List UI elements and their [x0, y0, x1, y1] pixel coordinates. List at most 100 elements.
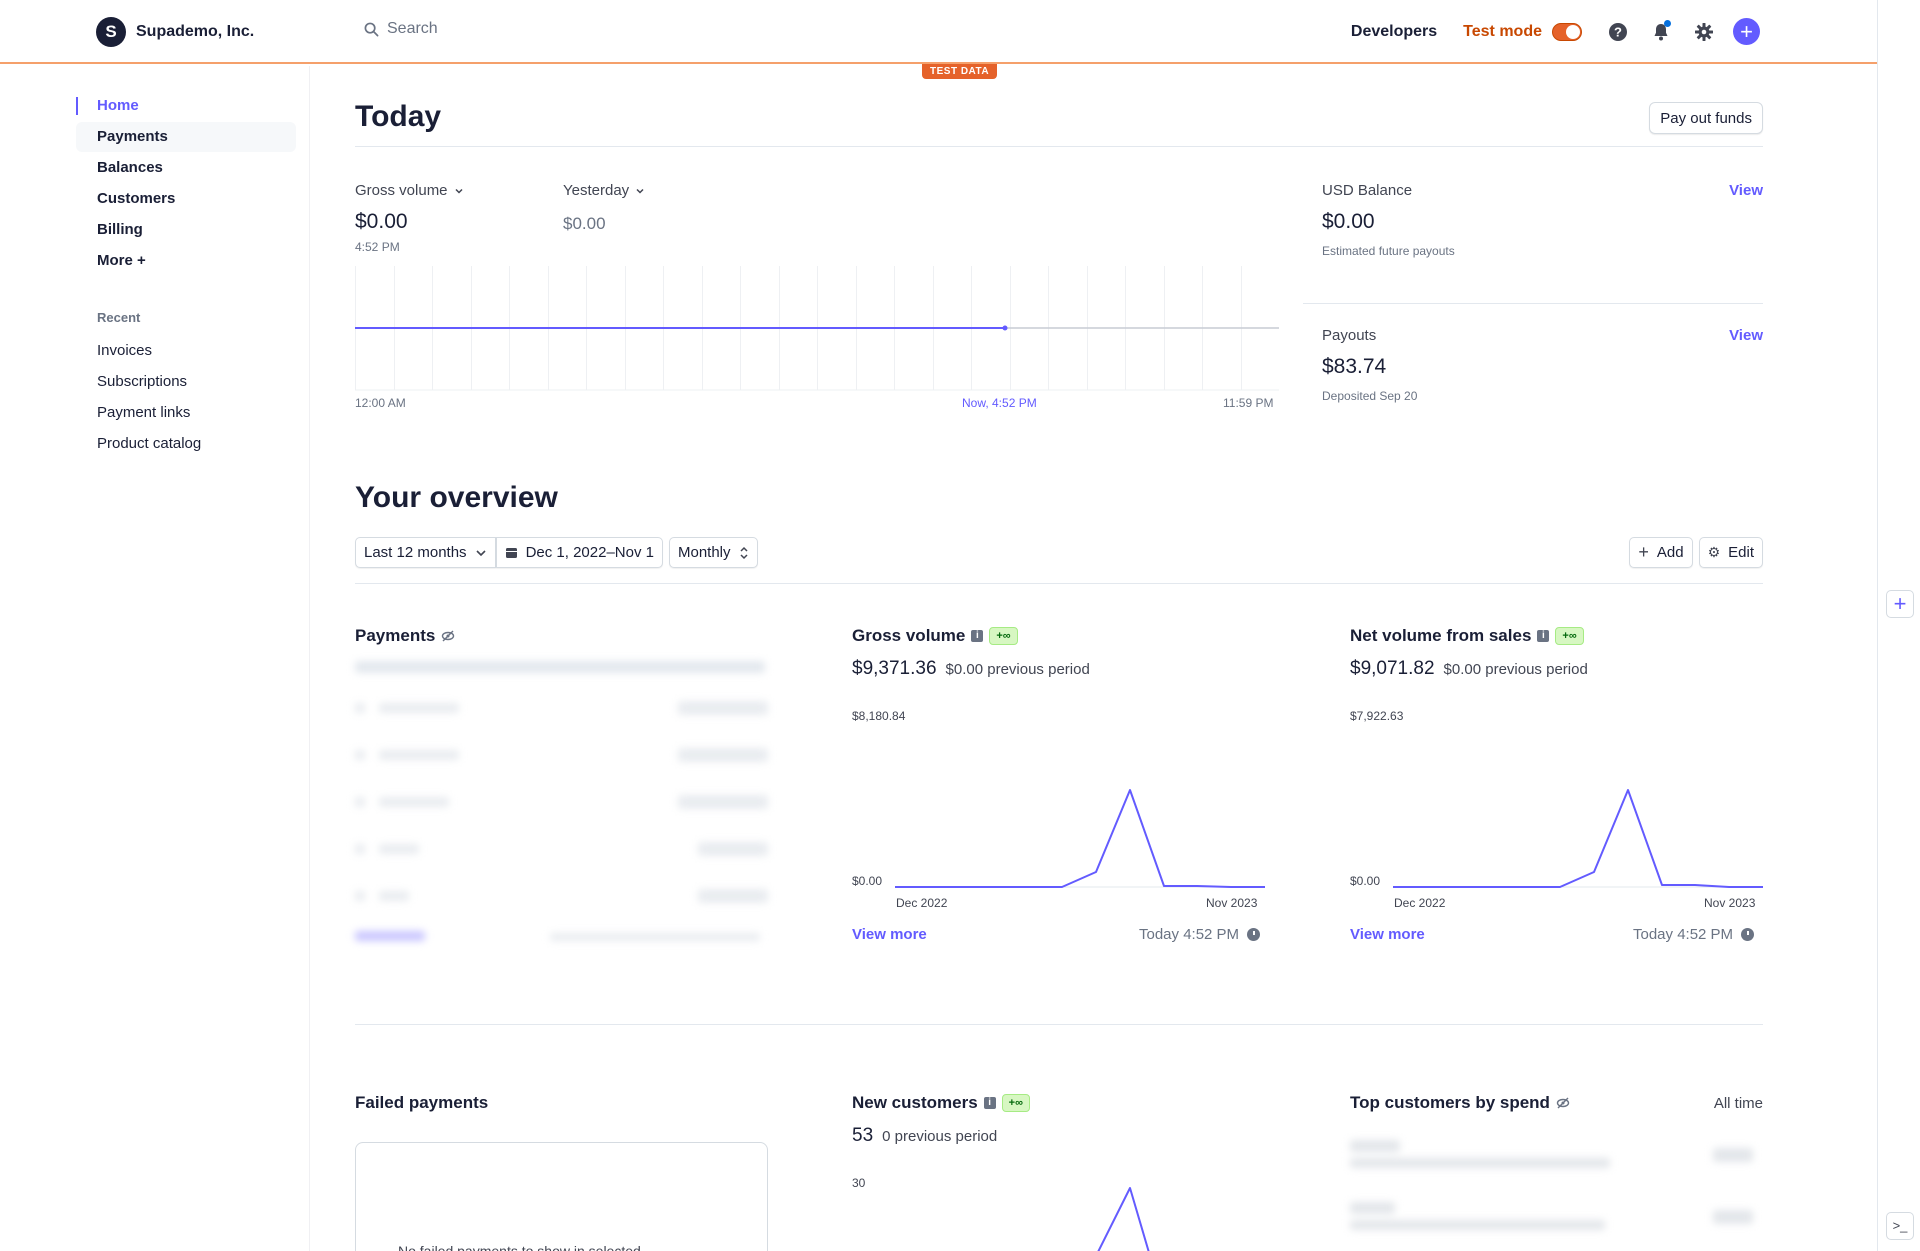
- net-updated: Today 4:52 PM: [1633, 926, 1755, 943]
- gross-volume-value-row: $9,371.36 $0.00 previous period: [852, 658, 1090, 680]
- terminal-icon[interactable]: >_: [1886, 1212, 1914, 1240]
- test-data-badge: TEST DATA: [922, 64, 998, 79]
- gross-view-more-link[interactable]: View more: [852, 926, 927, 943]
- sidebar-item-more[interactable]: More +: [76, 246, 296, 276]
- change-badge: +∞: [1555, 627, 1584, 645]
- gross-x-end-label: Nov 2023: [1206, 896, 1258, 910]
- clock-icon: [1247, 928, 1261, 941]
- sidebar-nav: Home Payments Balances Customers Billing…: [76, 91, 296, 277]
- test-mode-toggle[interactable]: Test mode: [1463, 22, 1582, 41]
- add-chart-button[interactable]: + Add: [1629, 537, 1693, 568]
- payouts-view-link[interactable]: View: [1729, 327, 1763, 344]
- developers-link[interactable]: Developers: [1351, 23, 1437, 41]
- gross-volume-chart: [895, 789, 1265, 888]
- interval-select[interactable]: Monthly: [668, 537, 758, 568]
- sidebar-item-home[interactable]: Home: [76, 91, 296, 121]
- add-label: Add: [1656, 544, 1684, 561]
- gross-updated-time: Today 4:52 PM: [1139, 926, 1240, 943]
- sidebar-item-customers[interactable]: Customers: [76, 184, 296, 214]
- date-range-picker[interactable]: Dec 1, 2022–Nov 1: [495, 537, 663, 568]
- svg-text:?: ?: [1614, 24, 1622, 39]
- recent-item-payment-links[interactable]: Payment links: [97, 397, 201, 428]
- net-volume-chart: [1393, 789, 1763, 888]
- gross-volume-card-title[interactable]: Gross volume i +∞: [852, 626, 1018, 646]
- sidebar-item-payments[interactable]: Payments: [76, 122, 296, 152]
- notification-dot: [1664, 20, 1671, 27]
- test-mode-label: Test mode: [1463, 22, 1542, 40]
- gross-volume-value: $9,371.36: [852, 658, 937, 679]
- bell-icon[interactable]: [1647, 18, 1674, 45]
- axis-start-label: 12:00 AM: [355, 396, 406, 410]
- sidebar: Home Payments Balances Customers Billing…: [0, 66, 310, 1251]
- help-icon[interactable]: ?: [1604, 18, 1631, 45]
- failed-payments-title: Failed payments: [355, 1093, 489, 1112]
- recent-item-product-catalog[interactable]: Product catalog: [97, 428, 201, 459]
- failed-payments-message: No failed payments to show in selected: [398, 1243, 641, 1251]
- compare-selector[interactable]: Yesterday: [563, 182, 645, 199]
- net-volume-previous: $0.00 previous period: [1443, 661, 1588, 678]
- edit-label: Edit: [1728, 544, 1754, 561]
- sidebar-item-billing[interactable]: Billing: [76, 215, 296, 245]
- plus-icon: +: [1638, 542, 1649, 562]
- payments-card-placeholder: [355, 661, 768, 941]
- search-input[interactable]: Search: [364, 20, 438, 38]
- gross-volume-line: [895, 789, 1265, 888]
- top-customers-card-title[interactable]: Top customers by spend: [1350, 1093, 1570, 1113]
- net-ymin-label: $0.00: [1350, 874, 1381, 888]
- usd-balance-sub: Estimated future payouts: [1322, 244, 1455, 258]
- payouts-value: $83.74: [1322, 355, 1387, 378]
- top-customers-period[interactable]: All time: [1714, 1095, 1763, 1112]
- info-icon[interactable]: i: [971, 630, 984, 642]
- net-volume-card-title[interactable]: Net volume from sales i +∞: [1350, 626, 1584, 646]
- recent-heading: Recent: [97, 310, 141, 325]
- usd-balance-label: USD Balance: [1322, 182, 1413, 199]
- info-icon[interactable]: i: [983, 1097, 996, 1109]
- today-gross-value: $0.00: [355, 210, 408, 233]
- create-new-icon[interactable]: +: [1733, 18, 1760, 45]
- edit-overview-button[interactable]: ⚙ Edit: [1698, 537, 1763, 568]
- chevron-down-icon: [455, 188, 463, 194]
- failed-payments-empty: No failed payments to show in selected: [355, 1142, 768, 1251]
- pay-out-funds-button[interactable]: Pay out funds: [1649, 102, 1763, 134]
- sidebar-item-balances[interactable]: Balances: [76, 153, 296, 183]
- gear-icon[interactable]: [1690, 18, 1717, 45]
- right-rail: + >_: [1877, 0, 1920, 1251]
- payments-card-title[interactable]: Payments: [355, 626, 455, 646]
- page-title: Today: [355, 100, 442, 133]
- top-bar: S Supademo, Inc. Search Developers Test …: [0, 0, 1877, 64]
- new-customers-card-title[interactable]: New customers i +∞: [852, 1093, 1030, 1113]
- recent-list: Invoices Subscriptions Payment links Pro…: [97, 335, 201, 459]
- calendar-icon: [505, 548, 517, 558]
- info-icon[interactable]: i: [1537, 630, 1550, 642]
- overview-filters: Last 12 months Dec 1, 2022–Nov 1 Monthly: [355, 537, 758, 568]
- net-updated-time: Today 4:52 PM: [1633, 926, 1734, 943]
- range-dropdown[interactable]: Last 12 months: [355, 537, 496, 568]
- divider: [355, 146, 1763, 147]
- metric-selector[interactable]: Gross volume: [355, 182, 464, 199]
- date-range-label: Dec 1, 2022–Nov 1: [525, 544, 654, 561]
- chevron-down-icon: [475, 549, 486, 556]
- axis-now-label: Now, 4:52 PM: [962, 396, 1037, 410]
- org-logo: S: [96, 17, 126, 47]
- top-actions: Developers Test mode ? +: [1351, 18, 1760, 45]
- overview-actions: + Add ⚙ Edit: [1629, 537, 1763, 568]
- toggle-switch[interactable]: [1552, 22, 1582, 41]
- usd-balance-view-link[interactable]: View: [1729, 182, 1763, 199]
- gross-volume-previous: $0.00 previous period: [945, 661, 1090, 678]
- divider: [355, 583, 1763, 584]
- new-customers-line: [1097, 1187, 1150, 1251]
- interval-label: Monthly: [677, 544, 731, 561]
- now-marker: [1002, 325, 1008, 331]
- search-icon: [364, 22, 379, 36]
- clock-icon: [1741, 928, 1755, 941]
- divider: [355, 1024, 1763, 1025]
- payouts-label: Payouts: [1322, 327, 1377, 344]
- account-switcher[interactable]: S Supademo, Inc.: [96, 17, 254, 47]
- net-view-more-link[interactable]: View more: [1350, 926, 1425, 943]
- gross-x-start-label: Dec 2022: [896, 896, 948, 910]
- recent-item-subscriptions[interactable]: Subscriptions: [97, 366, 201, 397]
- recent-item-invoices[interactable]: Invoices: [97, 335, 201, 366]
- net-x-end-label: Nov 2023: [1704, 896, 1756, 910]
- gross-ymin-label: $0.00: [852, 874, 883, 888]
- expand-panel-button[interactable]: +: [1886, 590, 1914, 618]
